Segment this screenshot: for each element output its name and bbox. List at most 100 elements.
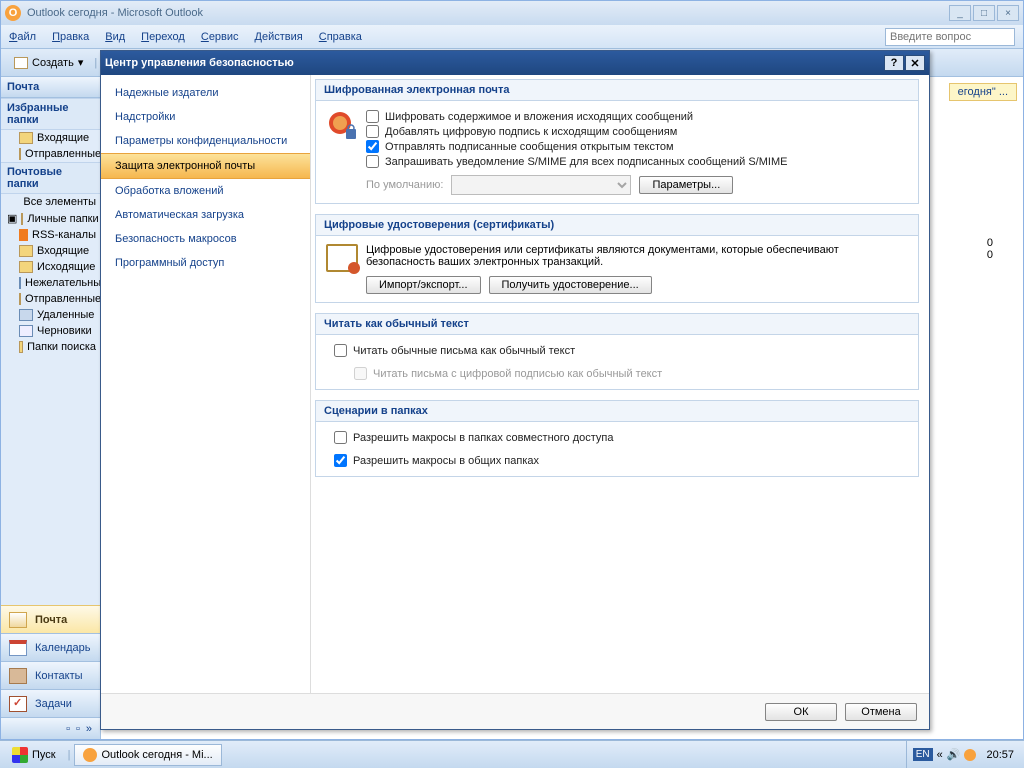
nav-fav-inbox[interactable]: Входящие	[1, 130, 100, 146]
search-folder-icon	[19, 341, 23, 353]
tray-icon[interactable]: «	[937, 749, 943, 761]
trust-center-dialog: Центр управления безопасностью ? ✕ Надеж…	[100, 50, 930, 730]
today-customize-button[interactable]: егодня" ...	[949, 83, 1017, 101]
dialog-titlebar[interactable]: Центр управления безопасностью ? ✕	[101, 51, 929, 75]
chk-encrypt[interactable]	[366, 110, 379, 123]
chk-read-signed-plain	[354, 367, 367, 380]
menu-view[interactable]: Вид	[105, 31, 125, 43]
outlook-icon	[83, 748, 97, 762]
trash-icon	[19, 309, 33, 321]
default-label: По умолчанию:	[366, 179, 443, 191]
group-header: Цифровые удостоверения (сертификаты)	[316, 215, 918, 236]
nav-module-calendar[interactable]: Календарь	[1, 633, 100, 661]
nav-inbox2[interactable]: Входящие	[1, 243, 100, 259]
taskbar: Пуск | Outlook сегодня - Mi... EN « 🔊 20…	[0, 740, 1024, 768]
chk-sign[interactable]	[366, 125, 379, 138]
cert-description: Цифровые удостоверения или сертификаты я…	[366, 244, 908, 268]
chevron-icon: »	[86, 723, 92, 735]
nav-junk[interactable]: Нежелательные	[1, 275, 100, 291]
tray-volume-icon[interactable]: 🔊	[947, 748, 961, 761]
nav-module-contacts[interactable]: Контакты	[1, 661, 100, 689]
chk-shared-folder-scripts[interactable]	[334, 431, 347, 444]
nav-all-items[interactable]: Все элементы	[1, 194, 100, 210]
outlook-icon: O	[5, 5, 21, 21]
close-button[interactable]: ×	[997, 5, 1019, 21]
ok-button[interactable]: ОК	[765, 703, 837, 721]
nav-personal-folders[interactable]: ▣ Личные папки	[1, 210, 100, 227]
sent-icon	[19, 293, 21, 305]
menu-go[interactable]: Переход	[141, 31, 185, 43]
chk-public-folder-scripts[interactable]	[334, 454, 347, 467]
encrypt-icon	[326, 109, 358, 141]
maximize-button[interactable]: □	[973, 5, 995, 21]
clock[interactable]: 20:57	[980, 749, 1020, 761]
dialog-title: Центр управления безопасностью	[105, 57, 294, 69]
start-button[interactable]: Пуск	[4, 745, 64, 765]
system-tray: EN « 🔊 20:57	[906, 741, 1020, 768]
shortcut-icon: ▫	[76, 723, 80, 735]
nav-programmatic-access[interactable]: Программный доступ	[101, 251, 310, 275]
group-encrypted-mail: Шифрованная электронная почта Шифровать …	[315, 79, 919, 204]
dialog-content: Шифрованная электронная почта Шифровать …	[311, 75, 929, 693]
chk-smime-receipt[interactable]	[366, 155, 379, 168]
nav-module-mail[interactable]: Почта	[1, 605, 100, 633]
help-question-input[interactable]	[885, 28, 1015, 46]
dialog-close-button[interactable]: ✕	[905, 55, 925, 71]
chevron-down-icon: ▾	[78, 56, 84, 69]
nav-email-security[interactable]: Защита электронной почты	[101, 153, 310, 179]
inbox-icon	[19, 132, 33, 144]
menu-tools[interactable]: Сервис	[201, 31, 239, 43]
menu-file[interactable]: Файл	[9, 31, 36, 43]
nav-module-tasks[interactable]: ✓ Задачи	[1, 689, 100, 717]
nav-search-folders[interactable]: Папки поиска	[1, 339, 100, 355]
settings-params-button[interactable]: Параметры...	[639, 176, 733, 194]
mail-icon	[9, 612, 27, 628]
create-button[interactable]: Создать ▾	[7, 53, 90, 72]
nav-sent2[interactable]: Отправленные	[1, 291, 100, 307]
nav-drafts[interactable]: Черновики	[1, 323, 100, 339]
expand-icon[interactable]: ▣	[7, 212, 17, 225]
nav-trusted-publishers[interactable]: Надежные издатели	[101, 81, 310, 105]
main-titlebar: O Outlook сегодня - Microsoft Outlook _ …	[1, 1, 1023, 25]
menu-actions[interactable]: Действия	[255, 31, 303, 43]
folder-icon	[21, 213, 23, 225]
menubar: Файл Правка Вид Переход Сервис Действия …	[1, 25, 1023, 49]
calendar-icon	[9, 640, 27, 656]
drafts-icon	[19, 325, 33, 337]
nav-header-mail: Почта	[1, 77, 100, 98]
group-header: Шифрованная электронная почта	[316, 80, 918, 101]
nav-fav-sent[interactable]: Отправленные	[1, 146, 100, 162]
nav-auto-download[interactable]: Автоматическая загрузка	[101, 203, 310, 227]
window-title: Outlook сегодня - Microsoft Outlook	[27, 7, 203, 19]
nav-macro-security[interactable]: Безопасность макросов	[101, 227, 310, 251]
nav-section-favorites[interactable]: Избранные папки	[1, 98, 100, 130]
sent-icon	[19, 148, 21, 160]
chk-cleartext[interactable]	[366, 140, 379, 153]
nav-addins[interactable]: Надстройки	[101, 105, 310, 129]
dialog-help-button[interactable]: ?	[884, 55, 904, 71]
count-value: 0	[963, 237, 993, 249]
nav-attachments[interactable]: Обработка вложений	[101, 179, 310, 203]
nav-rss[interactable]: RSS-каналы	[1, 227, 100, 243]
default-setting-select[interactable]	[451, 175, 631, 195]
nav-module-shortcuts[interactable]: ▫▫»	[1, 717, 100, 739]
get-certificate-button[interactable]: Получить удостоверение...	[489, 276, 652, 294]
count-value: 0	[963, 249, 993, 261]
dialog-footer: ОК Отмена	[101, 693, 929, 729]
outbox-icon	[19, 261, 33, 273]
taskbar-outlook-button[interactable]: Outlook сегодня - Mi...	[74, 744, 221, 766]
nav-privacy[interactable]: Параметры конфиденциальности	[101, 129, 310, 153]
contacts-icon	[9, 668, 27, 684]
language-indicator[interactable]: EN	[913, 748, 933, 761]
nav-section-mail-folders[interactable]: Почтовые папки	[1, 162, 100, 194]
nav-outgoing[interactable]: Исходящие	[1, 259, 100, 275]
minimize-button[interactable]: _	[949, 5, 971, 21]
menu-help[interactable]: Справка	[319, 31, 362, 43]
cancel-button[interactable]: Отмена	[845, 703, 917, 721]
help-question-box[interactable]	[885, 28, 1015, 46]
import-export-button[interactable]: Импорт/экспорт...	[366, 276, 481, 294]
chk-read-plain[interactable]	[334, 344, 347, 357]
nav-deleted[interactable]: Удаленные	[1, 307, 100, 323]
menu-edit[interactable]: Правка	[52, 31, 89, 43]
tray-icon[interactable]	[964, 749, 976, 761]
